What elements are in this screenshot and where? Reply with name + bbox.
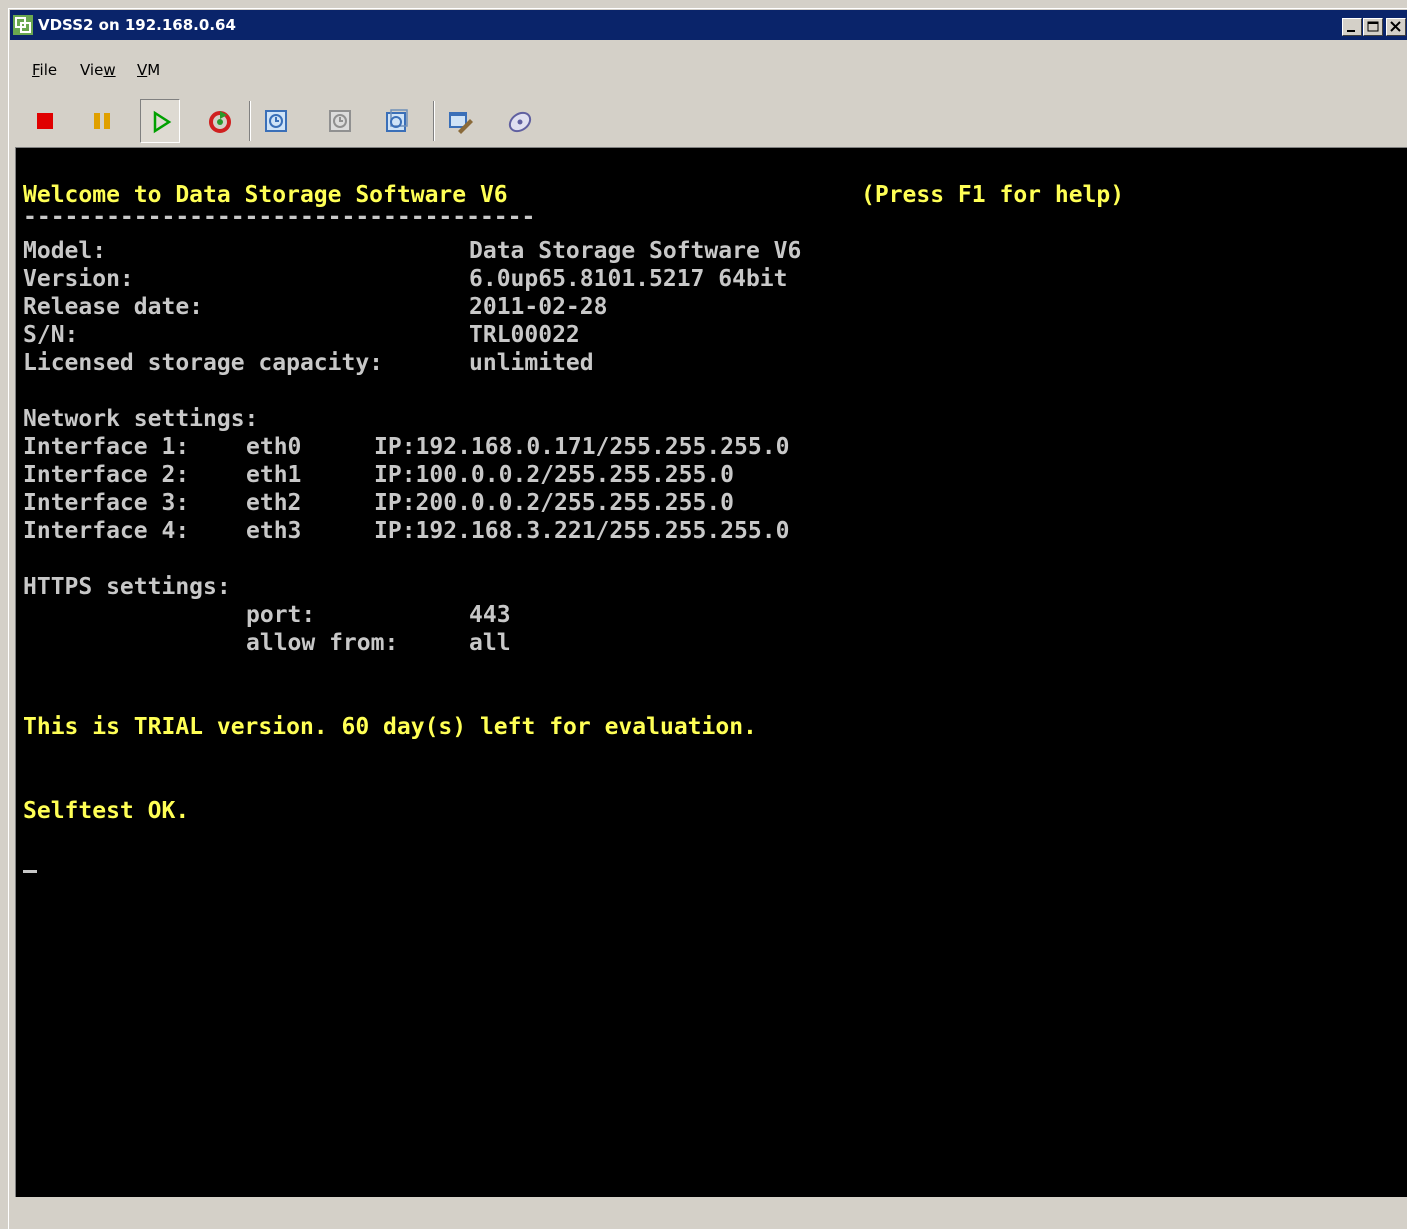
info-label: Release date:: [23, 294, 204, 320]
take-snapshot-button[interactable]: [256, 99, 296, 143]
info-value: 6.0up65.8101.5217 64bit: [469, 266, 788, 292]
minimize-button[interactable]: [1342, 18, 1362, 36]
close-button[interactable]: [1386, 18, 1406, 36]
menu-bar: File View VM: [10, 61, 1407, 85]
revert-snapshot-button[interactable]: [320, 99, 360, 143]
title-bar[interactable]: VDSS2 on 192.168.0.64: [10, 10, 1407, 40]
toolbar: [9, 99, 1407, 143]
selftest-status: Selftest OK.: [23, 798, 190, 824]
info-value: 2011-02-28: [469, 294, 608, 320]
vmware-console-icon: [13, 15, 33, 35]
trial-notice: This is TRIAL version. 60 day(s) left fo…: [23, 714, 757, 740]
info-value: unlimited: [469, 350, 594, 376]
info-row: Release date: 2011-02-28: [23, 293, 607, 321]
interface-row: Interface 4: eth3 IP:192.168.3.221/255.2…: [23, 517, 789, 545]
interface-name: Interface 1:: [23, 434, 190, 460]
interface-device: eth2: [246, 490, 302, 516]
toolbar-separator: [433, 101, 435, 141]
window-title: VDSS2 on 192.168.0.64: [38, 16, 236, 34]
interface-device: eth1: [246, 462, 302, 488]
interface-row: Interface 2: eth1 IP:100.0.0.2/255.255.2…: [23, 461, 734, 489]
connect-cd-dvd-button[interactable]: [499, 99, 539, 143]
interface-ip: IP:192.168.0.171/255.255.255.0: [374, 434, 790, 460]
info-row: Licensed storage capacity: unlimited: [23, 349, 594, 377]
https-port-label: port:: [246, 602, 316, 628]
interface-name: Interface 4:: [23, 518, 190, 544]
info-row: Model: Data Storage Software V6: [23, 237, 801, 265]
https-allow-row: allow from: all: [23, 629, 511, 657]
info-label: Model:: [23, 238, 107, 264]
menu-view[interactable]: View: [80, 61, 116, 79]
maximize-button[interactable]: [1363, 18, 1383, 36]
interface-device: eth3: [246, 518, 302, 544]
edit-settings-button[interactable]: [440, 99, 480, 143]
info-label: S/N:: [23, 322, 79, 348]
https-allow-value: all: [469, 630, 511, 656]
https-allow-label: allow from:: [246, 630, 399, 656]
interface-ip: IP:200.0.0.2/255.255.255.0: [374, 490, 735, 516]
suspend-button[interactable]: [84, 99, 124, 143]
interface-device: eth0: [246, 434, 302, 460]
console-screen[interactable]: Welcome to Data Storage Software V6 (Pre…: [15, 147, 1407, 1197]
info-label: Licensed storage capacity:: [23, 350, 384, 376]
info-row: S/N: TRL00022: [23, 321, 580, 349]
menu-vm[interactable]: VM: [137, 61, 160, 79]
https-port-row: port: 443: [23, 601, 511, 629]
status-bar: [9, 1201, 1407, 1229]
info-label: Version:: [23, 266, 134, 292]
info-value: TRL00022: [469, 322, 580, 348]
menu-file[interactable]: File: [32, 61, 57, 79]
reset-button[interactable]: [199, 99, 239, 143]
interface-ip: IP:100.0.0.2/255.255.255.0: [374, 462, 735, 488]
https-heading: HTTPS settings:: [23, 574, 231, 600]
text-cursor: [23, 870, 37, 873]
snapshot-manager-button[interactable]: [377, 99, 417, 143]
interface-ip: IP:192.168.3.221/255.255.255.0: [374, 518, 790, 544]
info-value: Data Storage Software V6: [469, 238, 802, 264]
info-row: Version: 6.0up65.8101.5217 64bit: [23, 265, 788, 293]
toolbar-separator: [249, 101, 251, 141]
vm-console-window: VDSS2 on 192.168.0.64 File View VM Welco…: [8, 8, 1407, 1229]
interface-name: Interface 3:: [23, 490, 190, 516]
interface-row: Interface 1: eth0 IP:192.168.0.171/255.2…: [23, 433, 789, 461]
https-port-value: 443: [469, 602, 511, 628]
network-heading: Network settings:: [23, 406, 259, 432]
interface-name: Interface 2:: [23, 462, 190, 488]
header-rule: -------------------------------------: [23, 204, 536, 230]
interface-row: Interface 3: eth2 IP:200.0.0.2/255.255.2…: [23, 489, 734, 517]
power-off-button[interactable]: [26, 99, 66, 143]
help-hint: (Press F1 for help): [861, 182, 1125, 208]
power-on-button[interactable]: [140, 99, 180, 143]
